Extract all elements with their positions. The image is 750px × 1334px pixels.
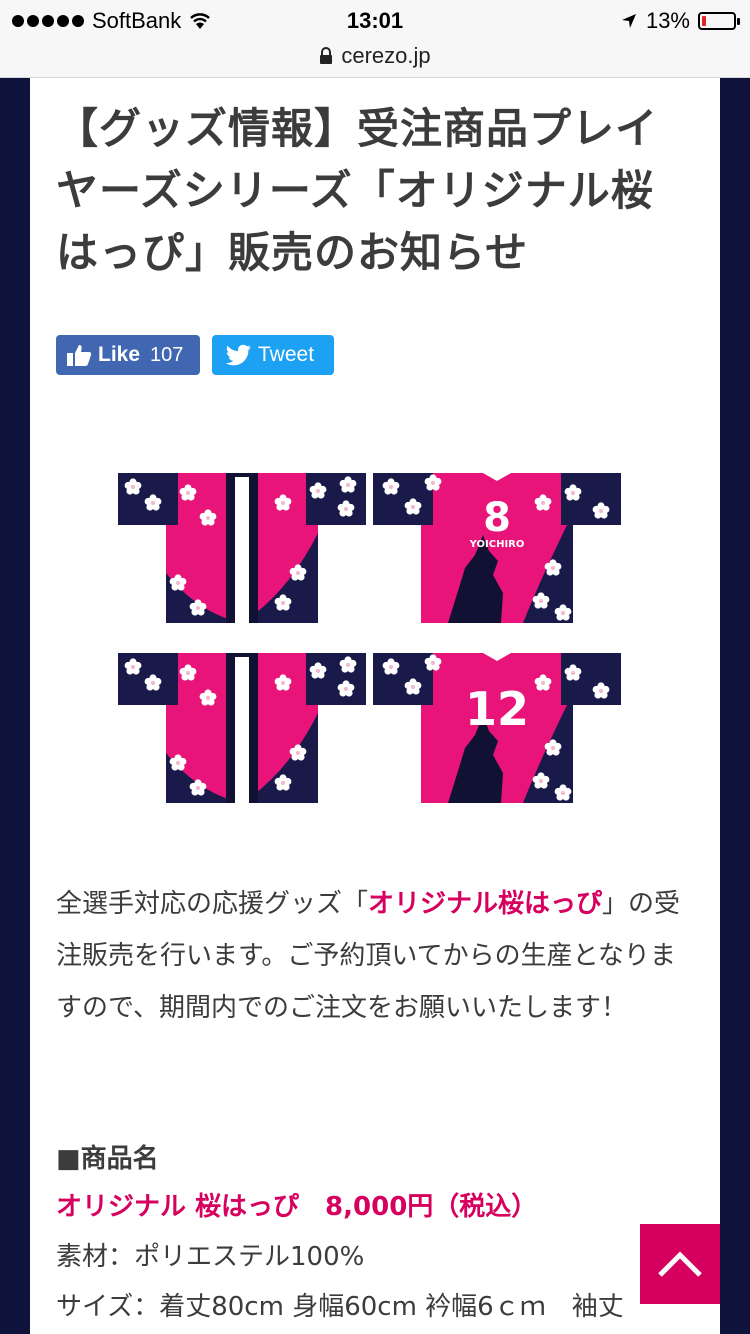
like-label: Like (98, 343, 141, 366)
location-arrow-icon (621, 14, 636, 28)
left-margin (0, 78, 30, 1334)
body-highlight: オリジナル桜はっぴ (368, 889, 603, 919)
player-name-a: YOICHIRO (469, 539, 525, 550)
article-title: 【グッズ情報】受注商品プレイヤーズシリーズ「オリジナル桜はっぴ」販売のお知らせ (56, 104, 659, 277)
tweet-label: Tweet (258, 343, 315, 366)
article-body: 全選手対応の応援グッズ「オリジナル桜はっぴ」の受注販売を行います。ご予約頂いてか… (56, 878, 696, 1034)
body-text-before: 全選手対応の応援グッズ「 (56, 889, 369, 919)
status-right: 13% (620, 8, 740, 34)
twitter-bird-icon (226, 344, 251, 366)
lock-icon (320, 47, 333, 64)
social-buttons: Like 107 Tweet (56, 335, 334, 375)
battery-level (702, 16, 706, 26)
facebook-like-button[interactable]: Like 107 (56, 335, 200, 375)
tweet-button[interactable]: Tweet (212, 335, 334, 375)
battery-icon (698, 12, 740, 30)
player-number-a: 8 (483, 495, 511, 541)
product-material: 素材：ポリエステル100% (56, 1242, 365, 1272)
happi-front-bottom (118, 653, 366, 803)
product-name: オリジナル 桜はっぴ 8,000円（税込） (56, 1192, 538, 1222)
happi-back-top: 8 YOICHIRO (373, 473, 621, 623)
battery-percent: 13% (645, 8, 690, 33)
scroll-to-top-button[interactable] (640, 1224, 720, 1304)
like-count: 107 (150, 343, 184, 366)
happi-product-image: 8 YOICHIRO 12 (118, 473, 626, 816)
happi-front-top (118, 473, 366, 623)
thumbs-up-icon (67, 345, 92, 366)
product-size: サイズ：着丈80cm 身幅60cm 衿幅6ｃｍ 袖丈 (56, 1292, 624, 1322)
player-number-b: 12 (465, 682, 529, 736)
happi-back-bottom: 12 (373, 653, 621, 803)
right-margin (720, 78, 750, 1334)
status-bar: SoftBank 13:01 13% (0, 0, 750, 40)
section-heading: ■商品名 (56, 1144, 159, 1174)
article: 【グッズ情報】受注商品プレイヤーズシリーズ「オリジナル桜はっぴ」販売のお知らせ … (30, 78, 720, 1334)
chevron-up-icon (658, 1251, 702, 1277)
url-bar[interactable]: cerezo.jp (0, 40, 750, 78)
url-text: cerezo.jp (341, 43, 431, 68)
